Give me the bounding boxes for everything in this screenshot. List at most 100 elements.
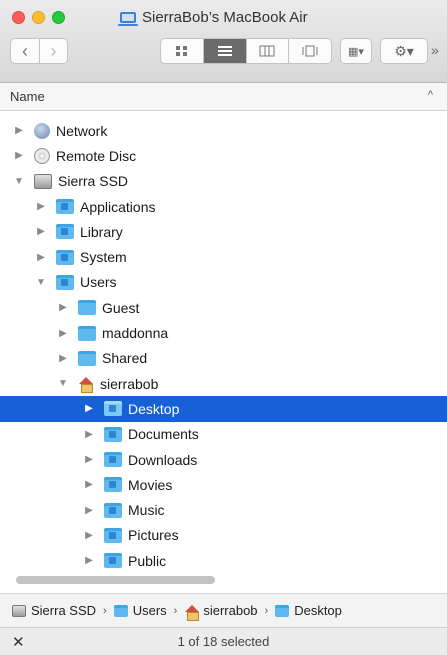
list-item-label: Pictures: [128, 527, 179, 544]
list-item[interactable]: ▶ Library: [0, 219, 447, 244]
documents-folder-icon: [104, 426, 122, 442]
list-item[interactable]: ▶ Public: [0, 548, 447, 573]
list-item[interactable]: ▶ Applications: [0, 194, 447, 219]
list-item-label: maddonna: [102, 325, 169, 342]
list-item[interactable]: ▶ Movies: [0, 472, 447, 497]
folder-badge-icon: [109, 405, 116, 413]
action-button[interactable]: ⚙▾: [380, 38, 428, 64]
desktop-folder-icon: [275, 604, 290, 617]
disclosure-collapsed-icon[interactable]: ▶: [12, 150, 26, 161]
folder-badge-icon: [109, 430, 116, 438]
folder-badge-icon: [109, 456, 116, 463]
folder-badge-icon: [109, 506, 116, 514]
disclosure-expanded-icon[interactable]: ▼: [56, 378, 70, 389]
disclosure-collapsed-icon[interactable]: ▶: [82, 555, 96, 566]
path-crumb-label: sierrabob: [203, 603, 258, 618]
public-folder-icon: [104, 553, 122, 569]
disclosure-collapsed-icon[interactable]: ▶: [82, 530, 96, 541]
remote-disc-icon: [34, 147, 50, 164]
folder-badge-icon: [109, 531, 116, 539]
view-mode-group: [160, 38, 332, 64]
list-item[interactable]: ▼ Users: [0, 270, 447, 295]
name-column-header[interactable]: Name ^: [0, 83, 447, 111]
arrange-button[interactable]: ▦▾: [340, 38, 372, 64]
horizontal-scroll-thumb[interactable]: [16, 576, 215, 584]
column-view-icon: [259, 45, 275, 57]
back-button[interactable]: ‹: [11, 39, 39, 63]
disclosure-collapsed-icon[interactable]: ▶: [56, 353, 70, 364]
minimize-button[interactable]: [32, 11, 45, 24]
folder-badge-icon: [61, 278, 68, 286]
disclosure-expanded-icon[interactable]: ▼: [34, 277, 48, 288]
path-crumb[interactable]: sierrabob: [184, 603, 258, 621]
disclosure-collapsed-icon[interactable]: ▶: [34, 201, 48, 212]
list-item[interactable]: ▼ Sierra SSD: [0, 169, 447, 194]
forward-button[interactable]: ›: [38, 39, 67, 63]
network-globe-icon: [34, 122, 50, 139]
icon-view-icon: [175, 46, 187, 56]
users-folder-icon: [56, 274, 74, 290]
folder-badge-icon: [109, 481, 116, 489]
list-item[interactable]: ▼ sierrabob: [0, 371, 447, 396]
icon-view-button[interactable]: [161, 39, 203, 63]
toolbar-overflow-button[interactable]: »: [431, 42, 439, 58]
home-icon: [78, 376, 94, 393]
hard-disk-icon: [12, 604, 26, 617]
list-item[interactable]: ▶ Guest: [0, 295, 447, 320]
name-column-label: Name: [10, 89, 45, 104]
title-bar: SierraBob’s MacBook Air ‹ › ▦▾ ⚙▾ »: [0, 0, 447, 83]
list-item[interactable]: ▶ Downloads: [0, 447, 447, 472]
list-item-label: Network: [56, 122, 108, 139]
list-item[interactable]: ▶ Desktop: [0, 396, 447, 422]
list-item[interactable]: ▶ Pictures: [0, 523, 447, 548]
path-crumb[interactable]: Sierra SSD: [12, 603, 96, 618]
list-item[interactable]: ▶ Remote Disc: [0, 143, 447, 168]
applications-folder-icon: [56, 199, 74, 215]
list-view-icon: [217, 46, 232, 56]
hard-disk-icon: [34, 173, 52, 189]
list-item-label: Public: [128, 552, 167, 569]
list-item[interactable]: ▶ Documents: [0, 422, 447, 447]
disclosure-collapsed-icon[interactable]: ▶: [82, 403, 96, 414]
cover-flow-button[interactable]: [288, 39, 331, 63]
close-path-icon[interactable]: ✕: [12, 633, 25, 651]
path-crumb-label: Sierra SSD: [31, 603, 97, 618]
column-view-button[interactable]: [245, 39, 289, 63]
list-item-label: Applications: [80, 198, 156, 215]
disclosure-collapsed-icon[interactable]: ▶: [12, 125, 26, 136]
path-separator: ›: [103, 604, 107, 617]
list-item[interactable]: ▶ System: [0, 244, 447, 269]
list-item-label: Shared: [102, 350, 148, 367]
pictures-folder-icon: [104, 527, 122, 543]
disclosure-collapsed-icon[interactable]: ▶: [82, 479, 96, 490]
list-item-label: Documents: [128, 426, 199, 443]
desktop-folder-icon: [104, 401, 122, 417]
disclosure-collapsed-icon[interactable]: ▶: [82, 454, 96, 465]
list-item-label: Sierra SSD: [58, 173, 129, 190]
list-item[interactable]: ▶ maddonna: [0, 320, 447, 345]
disclosure-expanded-icon[interactable]: ▼: [12, 176, 26, 187]
path-crumb-label: Users: [132, 603, 167, 618]
path-crumb[interactable]: Desktop: [275, 603, 342, 618]
list-item-label: sierrabob: [100, 375, 159, 392]
system-folder-icon: [56, 249, 74, 265]
list-item[interactable]: ▶ Network: [0, 118, 447, 143]
library-folder-icon: [56, 224, 74, 240]
disclosure-collapsed-icon[interactable]: ▶: [56, 302, 70, 313]
movies-folder-icon: [104, 477, 122, 493]
path-crumb[interactable]: Users: [113, 603, 167, 618]
disclosure-collapsed-icon[interactable]: ▶: [56, 328, 70, 339]
disclosure-collapsed-icon[interactable]: ▶: [34, 252, 48, 263]
home-icon: [184, 604, 200, 621]
list-item[interactable]: ▶ Music: [0, 497, 447, 522]
disclosure-collapsed-icon[interactable]: ▶: [82, 429, 96, 440]
disclosure-collapsed-icon[interactable]: ▶: [34, 226, 48, 237]
list-item-label: Desktop: [128, 400, 180, 417]
close-button[interactable]: [12, 11, 25, 24]
folder-icon: [78, 300, 96, 316]
list-item[interactable]: ▶ Shared: [0, 346, 447, 371]
downloads-folder-icon: [104, 452, 122, 467]
fullscreen-button[interactable]: [52, 11, 65, 24]
list-view-button[interactable]: [202, 39, 246, 63]
disclosure-collapsed-icon[interactable]: ▶: [82, 505, 96, 516]
